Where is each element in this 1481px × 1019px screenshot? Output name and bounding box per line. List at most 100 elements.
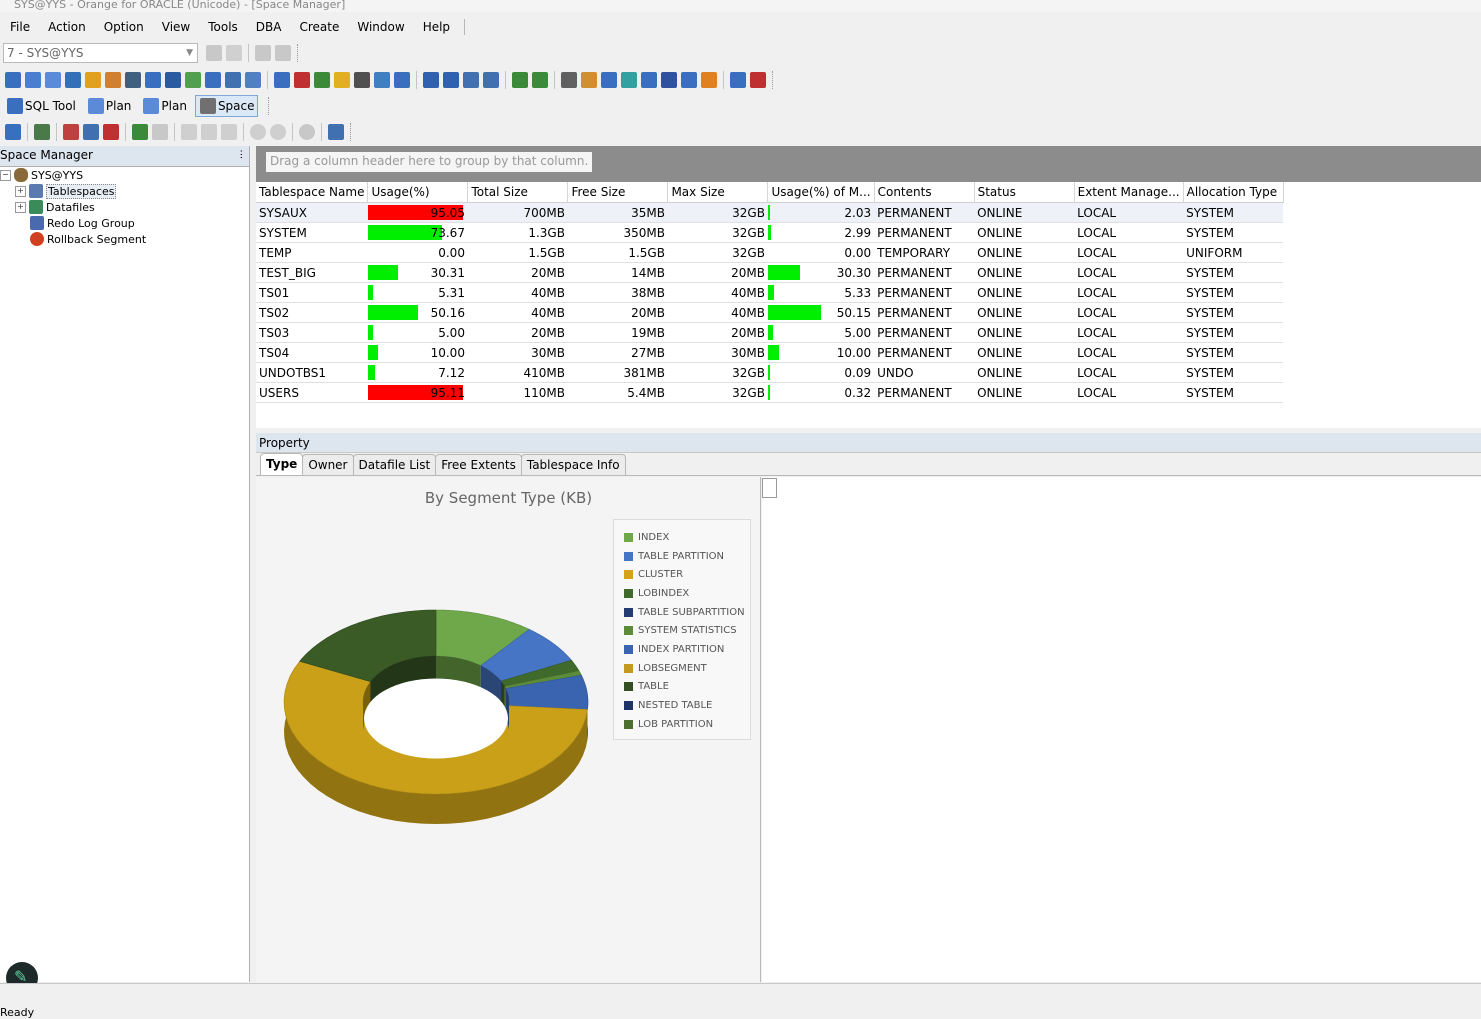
database-icon[interactable]: [125, 72, 141, 88]
column-header[interactable]: Contents: [874, 182, 975, 203]
gear-icon[interactable]: [294, 72, 310, 88]
column-header[interactable]: Usage(%) of M...: [767, 182, 875, 203]
group-by-bar[interactable]: Drag a column header here to group by th…: [256, 146, 1481, 182]
trace-icon[interactable]: [621, 72, 637, 88]
drop-tablespace-icon[interactable]: [103, 124, 119, 140]
monitor-icon[interactable]: [730, 72, 746, 88]
connect-icon[interactable]: [206, 45, 222, 61]
compare-icon[interactable]: [245, 72, 261, 88]
menu-tools[interactable]: Tools: [208, 20, 238, 34]
ash-icon[interactable]: [394, 72, 410, 88]
instance-icon[interactable]: [561, 72, 577, 88]
table-row[interactable]: USERS 95.11 110MB 5.4MB 32GB 0.32 PERMANENT ONL…: [256, 382, 1284, 403]
column-header[interactable]: Extent Manage...: [1074, 182, 1184, 203]
column-header[interactable]: Free Size: [567, 182, 669, 203]
table-row[interactable]: SYSAUX 95.05 700MB 35MB 32GB 2.03 PERMANENT ONL…: [256, 202, 1284, 223]
chart-icon[interactable]: [701, 72, 717, 88]
column-header[interactable]: Total Size: [467, 182, 569, 203]
rollback-icon[interactable]: [275, 45, 291, 61]
reload-icon[interactable]: [250, 124, 266, 140]
stop-icon[interactable]: [299, 124, 315, 140]
tuning-icon[interactable]: [85, 72, 101, 88]
sql-monitor-icon[interactable]: [274, 72, 290, 88]
export-icon[interactable]: [443, 72, 459, 88]
window-icon[interactable]: [750, 72, 766, 88]
sql-tool-icon[interactable]: [5, 72, 21, 88]
column-header[interactable]: Tablespace Name: [256, 182, 369, 203]
table-row[interactable]: TS03 5.00 20MB 19MB 20MB 5.00 PERMANENT ONLINE L…: [256, 322, 1284, 343]
unload-icon[interactable]: [483, 72, 499, 88]
lock-icon[interactable]: [334, 72, 350, 88]
tab-free-extents[interactable]: Free Extents: [435, 454, 522, 475]
analyze-icon[interactable]: [512, 72, 528, 88]
commit-icon[interactable]: [255, 45, 271, 61]
tree-item-datafiles[interactable]: + Datafiles: [15, 199, 95, 215]
add-tablespace-icon[interactable]: [63, 124, 79, 140]
edit-icon[interactable]: [225, 72, 241, 88]
table-icon[interactable]: [185, 72, 201, 88]
table-row[interactable]: UNDOTBS1 7.12 410MB 381MB 32GB 0.09 UNDO ONLINE…: [256, 362, 1284, 383]
stats-icon[interactable]: [532, 72, 548, 88]
offline-icon[interactable]: [201, 124, 217, 140]
column-header[interactable]: Max Size: [667, 182, 769, 203]
tree-root[interactable]: − SYS@YYS: [0, 167, 83, 183]
sql-icon[interactable]: [25, 72, 41, 88]
properties-icon[interactable]: [328, 124, 344, 140]
tab-plan[interactable]: Plan: [84, 96, 134, 116]
menu-create[interactable]: Create: [299, 20, 339, 34]
describe-icon[interactable]: [65, 72, 81, 88]
tablespace-icon[interactable]: [34, 124, 50, 140]
transfer-icon[interactable]: [314, 72, 330, 88]
table-row[interactable]: SYSTEM 73.67 1.3GB 350MB 32GB 2.99 PERMANENT ON…: [256, 222, 1284, 243]
user-icon[interactable]: [581, 72, 597, 88]
redo-icon[interactable]: [270, 124, 286, 140]
scrollbar[interactable]: [762, 478, 777, 498]
menu-action[interactable]: Action: [48, 20, 86, 34]
tab-type[interactable]: Type: [260, 453, 304, 475]
disconnect-icon[interactable]: [226, 45, 242, 61]
add-datafile-icon[interactable]: [132, 124, 148, 140]
online-icon[interactable]: [221, 124, 237, 140]
menu-help[interactable]: Help: [423, 20, 450, 34]
tree-item-rollback-segment[interactable]: Rollback Segment: [30, 231, 146, 247]
expand-icon[interactable]: +: [15, 201, 26, 213]
tree-item-redo-log-group[interactable]: Redo Log Group: [30, 215, 135, 231]
clock-icon[interactable]: [374, 72, 390, 88]
toolbar-grip[interactable]: [267, 97, 274, 115]
tab-sql-tool[interactable]: SQL Tool: [3, 96, 78, 116]
tree-item-tablespaces[interactable]: + Tablespaces: [15, 183, 117, 199]
tab-plan-2[interactable]: Plan: [139, 96, 189, 116]
column-header[interactable]: Status: [974, 182, 1075, 203]
table-row[interactable]: TEST_BIG 30.31 20MB 14MB 20MB 30.30 PERMANENT O…: [256, 262, 1284, 283]
menu-view[interactable]: View: [162, 20, 190, 34]
tab-datafile-list[interactable]: Datafile List: [352, 454, 437, 475]
toolbar-grip[interactable]: [297, 44, 303, 62]
connection-select[interactable]: 7 - SYS@YYS ▼: [3, 43, 198, 63]
menu-option[interactable]: Option: [104, 20, 144, 34]
expand-icon[interactable]: +: [15, 185, 26, 197]
edit-datafile-icon[interactable]: [152, 124, 168, 140]
menu-window[interactable]: Window: [357, 20, 404, 34]
column-header[interactable]: Allocation Type: [1183, 182, 1284, 203]
table-row[interactable]: TEMP 0.00 1.5GB 1.5GB 32GB 0.00 TEMPORARY ONLIN…: [256, 242, 1284, 263]
import-icon[interactable]: [423, 72, 439, 88]
edit-tablespace-icon[interactable]: [83, 124, 99, 140]
tab-tablespace-info[interactable]: Tablespace Info: [520, 454, 626, 475]
report-icon[interactable]: [601, 72, 617, 88]
search-icon[interactable]: [145, 72, 161, 88]
pin-icon[interactable]: ⵗ: [240, 146, 243, 165]
refresh-icon[interactable]: [5, 124, 21, 140]
grid-icon[interactable]: [661, 72, 677, 88]
plan-icon[interactable]: [45, 72, 61, 88]
table-row[interactable]: TS04 10.00 30MB 27MB 30MB 10.00 PERMANENT ONLIN…: [256, 342, 1284, 363]
toolbar-grip[interactable]: [772, 71, 778, 89]
table-row[interactable]: TS02 50.16 40MB 20MB 40MB 50.15 PERMANENT ONLIN…: [256, 302, 1284, 323]
load-icon[interactable]: [463, 72, 479, 88]
table-row[interactable]: TS01 5.31 40MB 38MB 40MB 5.33 PERMANENT ONLINE L…: [256, 282, 1284, 303]
menu-dba[interactable]: DBA: [256, 20, 282, 34]
schema-icon[interactable]: [165, 72, 181, 88]
tab-owner[interactable]: Owner: [302, 454, 354, 475]
collapse-icon[interactable]: −: [0, 169, 11, 181]
storage-icon[interactable]: [354, 72, 370, 88]
menu-file[interactable]: File: [10, 20, 30, 34]
